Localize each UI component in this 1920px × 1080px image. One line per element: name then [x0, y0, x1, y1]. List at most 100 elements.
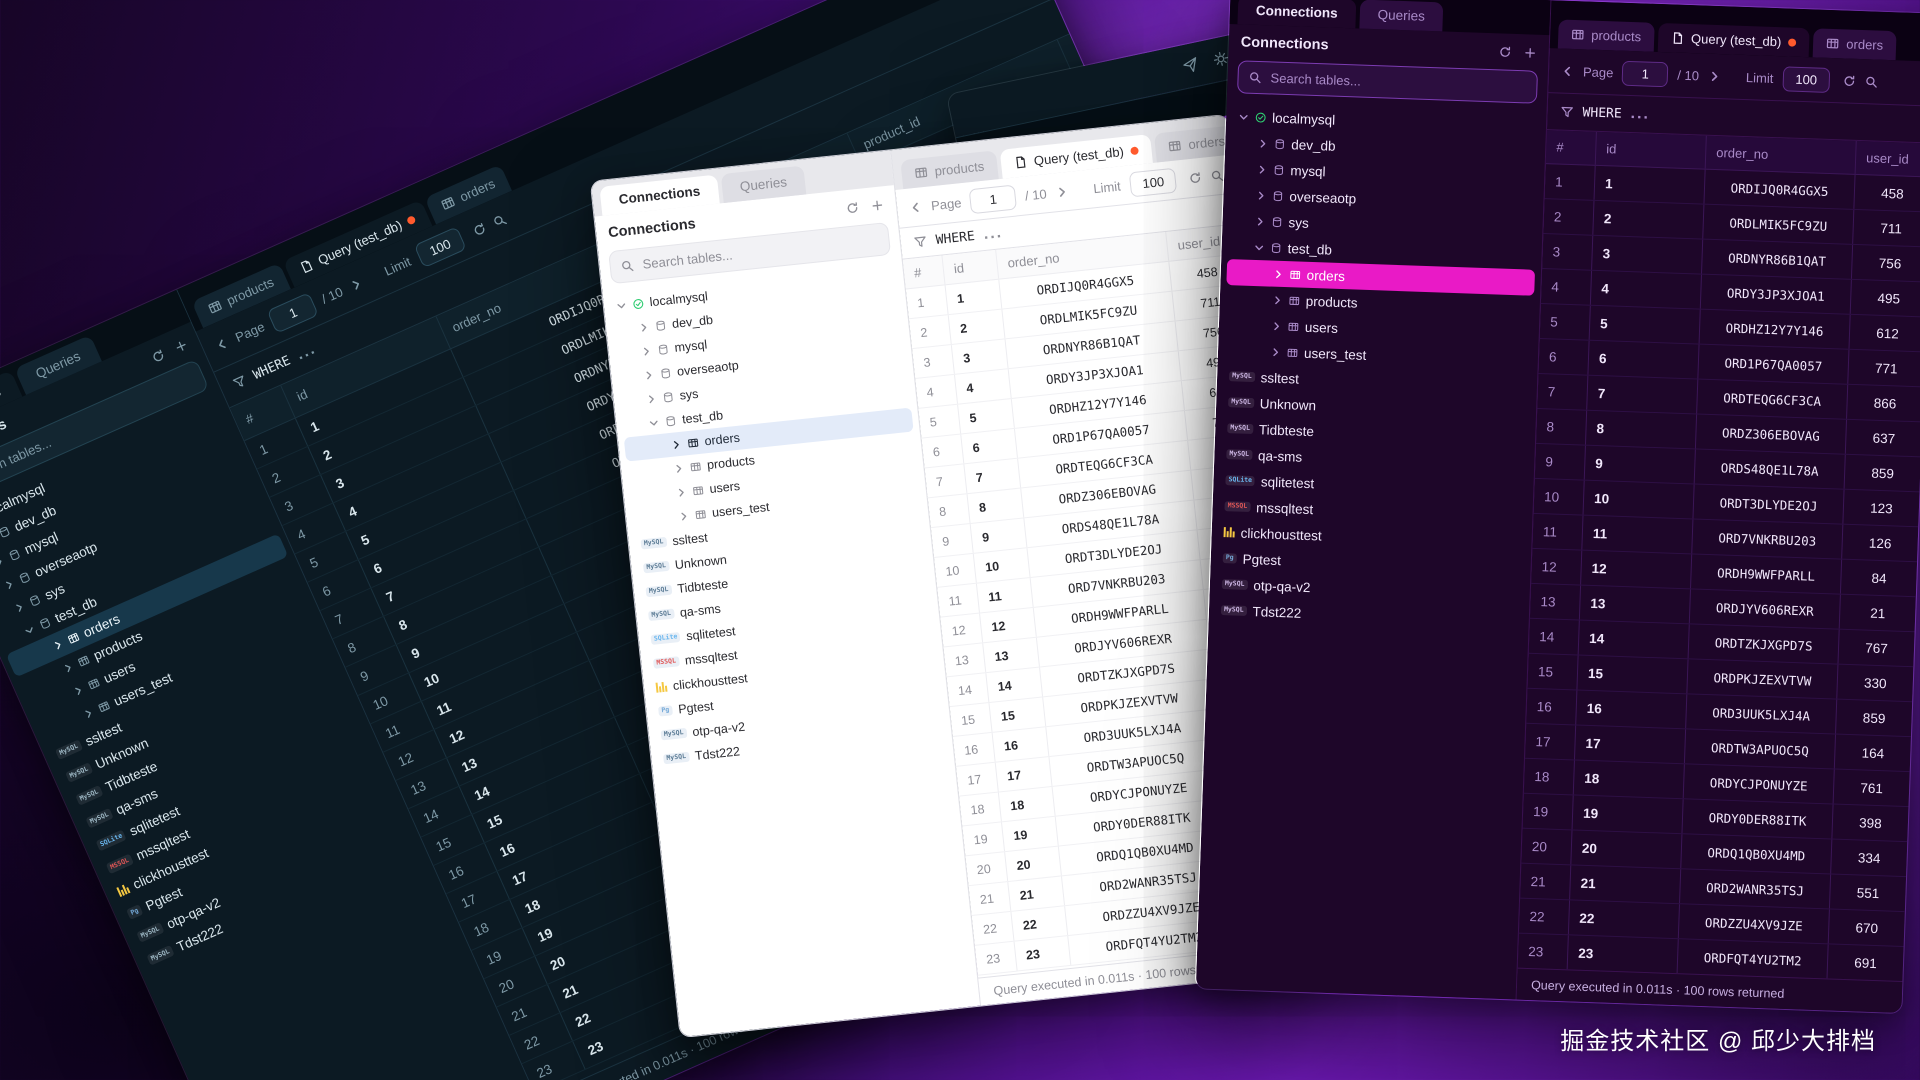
chevron-right-icon[interactable] — [51, 638, 66, 653]
column-header-order_no[interactable]: order_no — [1706, 136, 1857, 174]
search-results-icon[interactable] — [1865, 75, 1878, 88]
chevron-right-icon[interactable] — [2, 577, 17, 592]
cell-user_id: 398 — [1832, 805, 1909, 842]
send-icon[interactable] — [1182, 56, 1200, 74]
limit-input[interactable]: 100 — [1128, 167, 1176, 197]
mssql-logo-icon: MSSQL — [653, 656, 680, 669]
chevron-right-icon[interactable] — [1254, 215, 1265, 226]
chevron-right-icon[interactable] — [645, 393, 657, 405]
cell-id: 1 — [1595, 166, 1706, 204]
mysql-logo-icon: MySQL — [136, 922, 164, 942]
search-tables-input[interactable] — [1268, 69, 1526, 95]
mysql-logo-icon: MySQL — [1227, 423, 1253, 435]
mysql-logo-icon: MySQL — [55, 740, 83, 760]
chevron-down-icon[interactable] — [1238, 111, 1249, 122]
cell-seq: 15 — [950, 703, 993, 736]
chevron-right-icon[interactable] — [670, 438, 682, 450]
cell-seq: 17 — [956, 763, 999, 796]
tab-orders-table[interactable]: orders — [1813, 28, 1897, 60]
add-connection-icon[interactable] — [870, 198, 884, 212]
cell-id: 2 — [949, 309, 1006, 343]
cell-seq: 16 — [953, 733, 996, 766]
database-icon — [0, 525, 12, 540]
mssql-logo-icon: MSSQL — [1224, 501, 1250, 513]
tab-products-table[interactable]: products — [1558, 19, 1655, 51]
chevron-right-icon[interactable] — [643, 369, 655, 381]
search-results-icon[interactable] — [1209, 168, 1223, 182]
cell-id: 9 — [1585, 446, 1696, 484]
page-input[interactable]: 1 — [1622, 60, 1669, 87]
refresh-results-icon[interactable] — [1843, 74, 1856, 87]
chevron-right-icon[interactable] — [1271, 320, 1282, 331]
table-icon — [1289, 295, 1300, 306]
cell-id: 17 — [1575, 725, 1686, 763]
chevron-right-icon[interactable] — [1255, 189, 1266, 200]
next-page-icon[interactable] — [348, 276, 365, 293]
cell-user_id: 859 — [1845, 455, 1920, 492]
connected-status-icon — [1255, 111, 1266, 122]
chevron-right-icon[interactable] — [71, 684, 86, 699]
refresh-connections-icon[interactable] — [1498, 45, 1511, 58]
database-icon — [7, 548, 22, 563]
refresh-results-icon[interactable] — [471, 221, 488, 238]
cell-id: 10 — [1584, 481, 1695, 519]
add-connection-icon[interactable] — [172, 337, 189, 354]
chevron-right-icon[interactable] — [1272, 294, 1283, 305]
chevron-right-icon[interactable] — [0, 555, 6, 570]
cell-order_no: ORDJYV606REXR — [1690, 589, 1841, 628]
prev-page-icon[interactable] — [213, 335, 230, 352]
chevron-right-icon[interactable] — [638, 321, 650, 333]
column-header-user_id[interactable]: user_id — [1856, 141, 1920, 177]
mysql-logo-icon: MySQL — [146, 945, 174, 965]
search-results-icon[interactable] — [491, 212, 508, 229]
prev-page-icon[interactable] — [909, 200, 923, 214]
chevron-right-icon[interactable] — [1257, 138, 1268, 149]
database-icon — [28, 593, 43, 608]
column-header-seq[interactable]: # — [1546, 130, 1597, 165]
cell-order_no: ORDZZU4XV9JZE — [1679, 904, 1830, 943]
page-label: Page — [930, 195, 962, 213]
refresh-connections-icon[interactable] — [150, 347, 167, 364]
tree-item-label: Tidbteste — [677, 577, 729, 596]
cell-order_no: ORDH9WWFPARLL — [1691, 554, 1842, 593]
chevron-right-icon[interactable] — [675, 486, 687, 498]
chevron-down-icon[interactable] — [22, 623, 37, 638]
chevron-right-icon[interactable] — [12, 600, 27, 615]
chevron-down-icon[interactable] — [648, 416, 660, 428]
chevron-down-icon[interactable] — [615, 299, 627, 311]
tab-queries-label: Queries — [1377, 7, 1425, 24]
tree-item-label: ssltest — [1260, 370, 1299, 386]
chevron-right-icon[interactable] — [678, 510, 690, 522]
next-page-icon[interactable] — [1708, 69, 1721, 82]
add-connection-icon[interactable] — [1523, 46, 1536, 59]
cell-seq: 11 — [1532, 514, 1583, 550]
chevron-right-icon[interactable] — [673, 462, 685, 474]
cell-id: 9 — [971, 518, 1028, 552]
cell-order_no: ORDNYR86B1QAT — [1702, 240, 1853, 279]
chevron-right-icon[interactable] — [1256, 163, 1267, 174]
tree-item-label: otp-qa-v2 — [692, 720, 746, 739]
prev-page-icon[interactable] — [1561, 64, 1574, 77]
cell-order_no: ORDT3DLYDE2OJ — [1693, 484, 1844, 523]
refresh-connections-icon[interactable] — [845, 200, 859, 214]
column-header-id[interactable]: id — [942, 250, 999, 284]
page-input[interactable]: 1 — [969, 184, 1017, 214]
column-header-id[interactable]: id — [1596, 132, 1707, 169]
refresh-results-icon[interactable] — [1188, 171, 1202, 185]
chevron-right-icon[interactable] — [61, 661, 76, 676]
search-tables-box[interactable] — [1237, 60, 1538, 103]
cell-seq: 22 — [1519, 899, 1570, 935]
chevron-down-icon[interactable] — [1253, 241, 1264, 252]
next-page-icon[interactable] — [1055, 184, 1069, 198]
limit-input[interactable]: 100 — [1782, 66, 1831, 93]
chevron-right-icon[interactable] — [81, 706, 96, 721]
cell-order_no: ORDIJQ0R4GGX5 — [1704, 170, 1855, 209]
tab-queries[interactable]: Queries — [1359, 0, 1443, 31]
tree-item-label: orders — [704, 431, 741, 449]
column-header-seq[interactable]: # — [903, 255, 946, 288]
chevron-right-icon[interactable] — [1270, 346, 1281, 357]
cell-seq: 14 — [947, 673, 990, 706]
chevron-right-icon[interactable] — [640, 345, 652, 357]
chevron-right-icon[interactable] — [1273, 268, 1284, 279]
table-icon — [695, 508, 707, 520]
